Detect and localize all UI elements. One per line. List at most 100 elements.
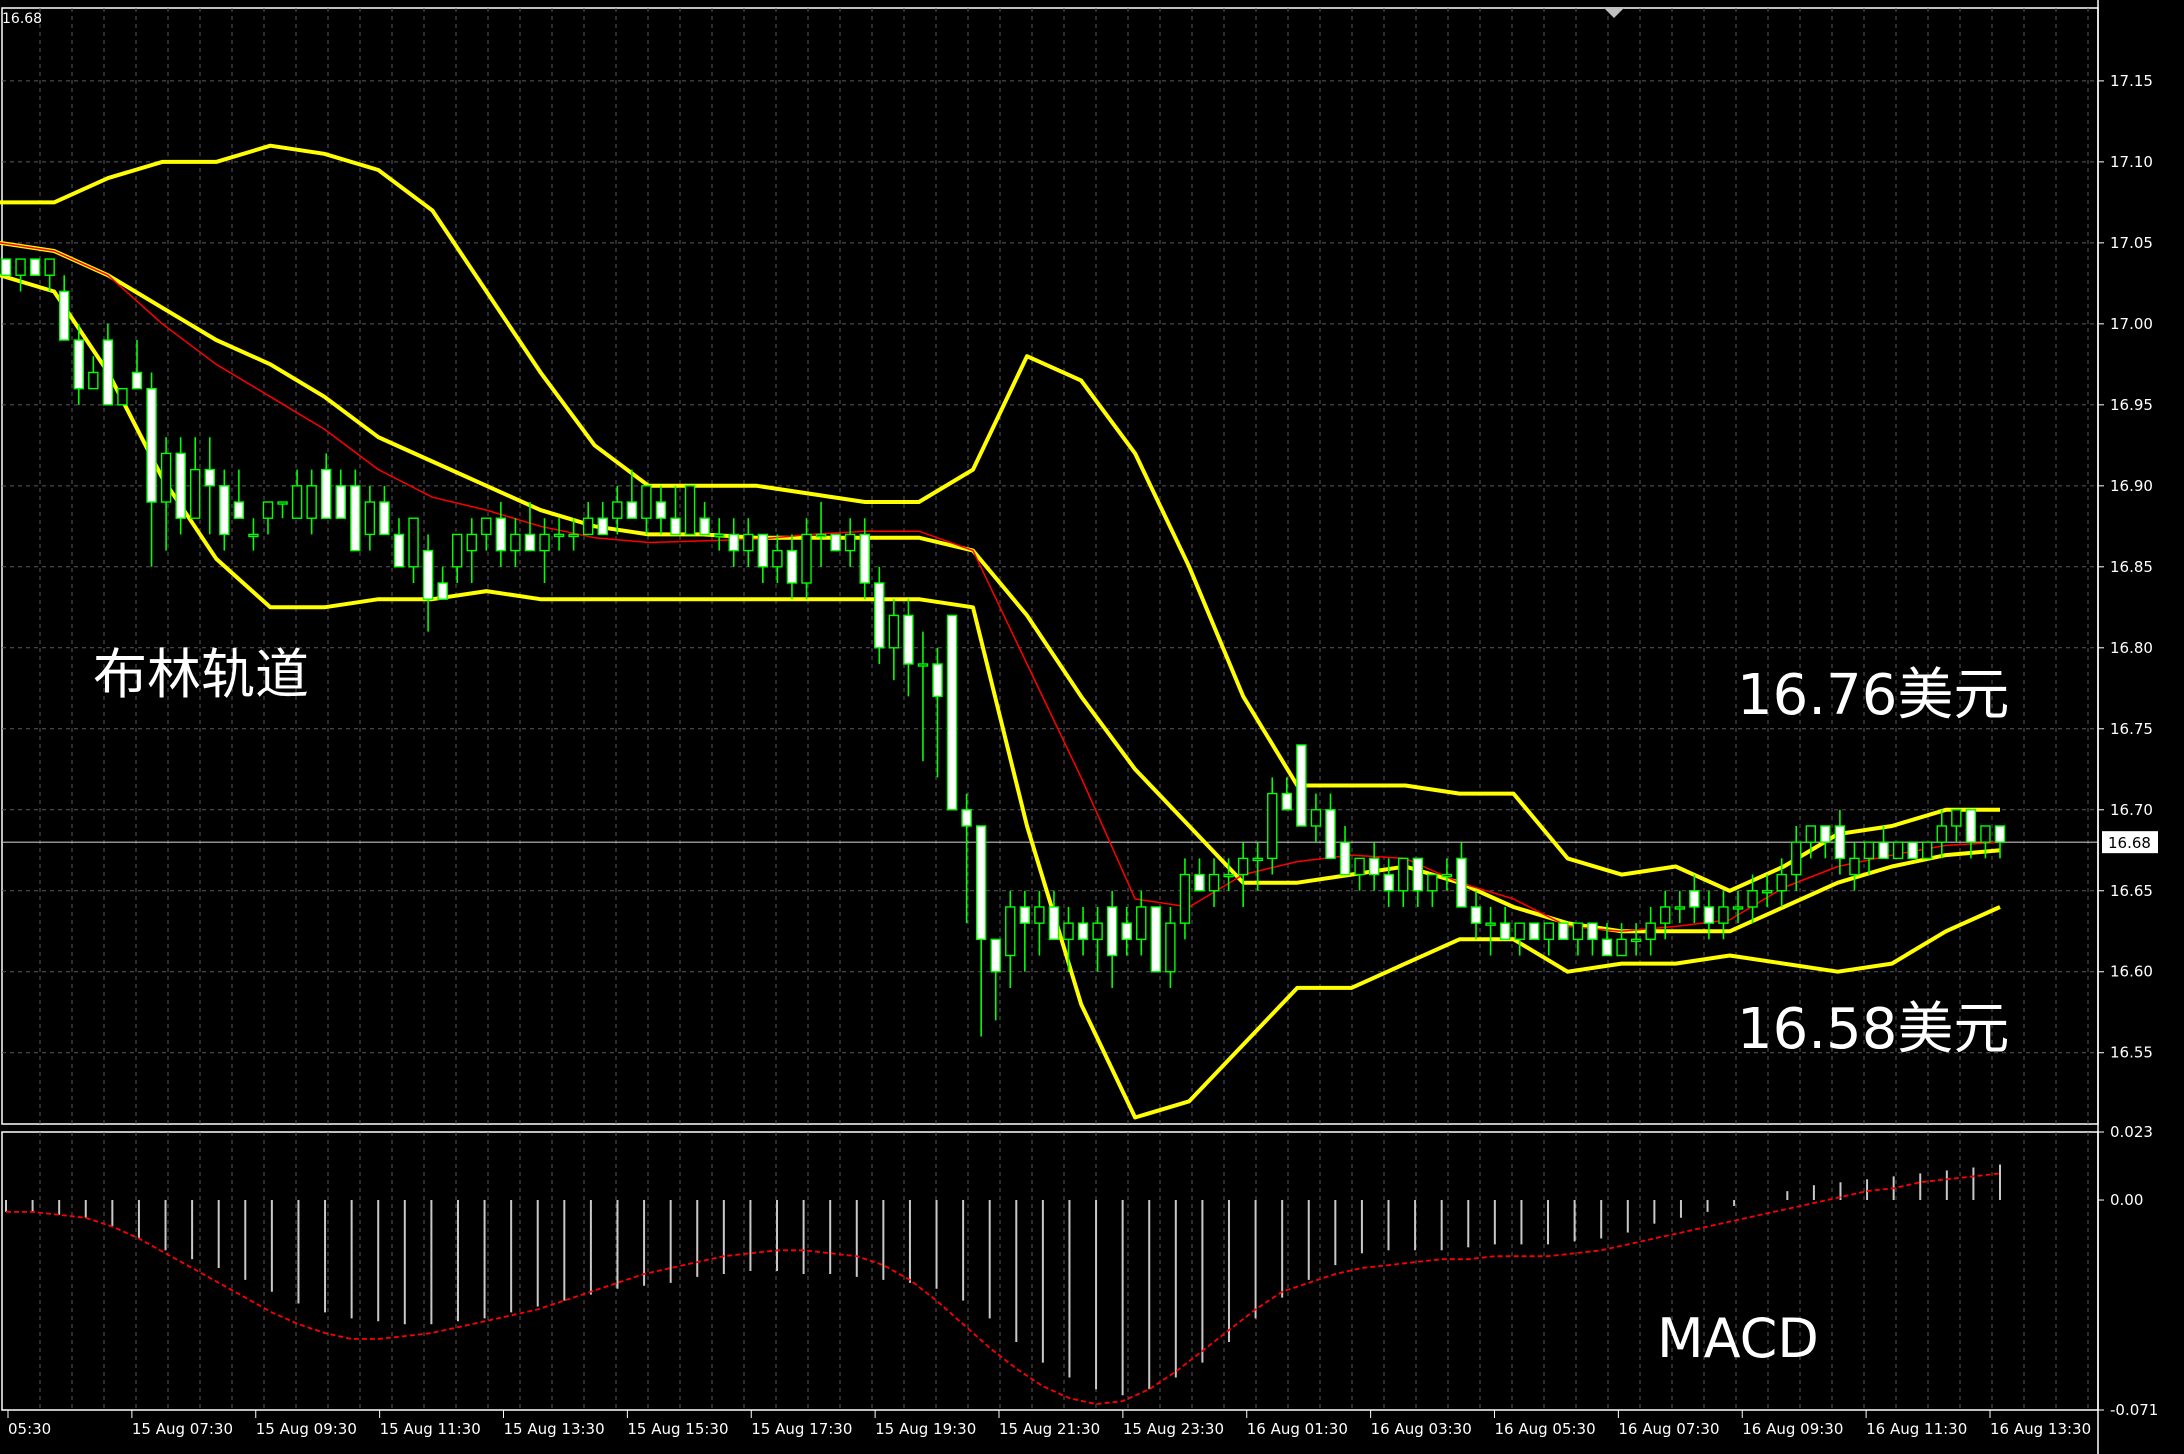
- candle-body: [772, 549, 783, 568]
- corner-price-label: 16.68: [2, 11, 43, 27]
- candle-body: [1470, 906, 1482, 924]
- candle-body: [1048, 906, 1060, 941]
- candle-body: [917, 663, 929, 667]
- candle-body: [1019, 906, 1031, 924]
- price-tick-label: 16.70: [2110, 801, 2153, 819]
- candle-body: [1237, 857, 1249, 876]
- candle-body: [1179, 873, 1191, 924]
- price-tick-label: 17.05: [2110, 234, 2153, 252]
- candle-body: [204, 468, 215, 487]
- candle-body: [539, 533, 550, 552]
- candle-body: [1514, 922, 1525, 941]
- candle-body: [713, 533, 725, 538]
- candle-body: [641, 485, 652, 519]
- candle-body: [466, 533, 477, 552]
- time-tick-label: 16 Aug 11:30: [1866, 1420, 1967, 1438]
- candle-body: [1703, 906, 1715, 924]
- time-tick-label: 15 Aug 23:30: [1123, 1420, 1224, 1438]
- main-pane-border: [1, 7, 2099, 1125]
- candle-body: [1558, 922, 1569, 941]
- candle-body: [1150, 906, 1162, 973]
- time-tick-label: 15 Aug 17:30: [751, 1420, 852, 1438]
- candle-body: [1063, 922, 1074, 941]
- time-tick-label: 05:30: [8, 1420, 51, 1438]
- candle-body: [1383, 873, 1394, 892]
- candle-body: [582, 517, 594, 536]
- candle-body: [350, 485, 361, 552]
- current-price-tag-label: 16.68: [2108, 834, 2151, 852]
- candle-body: [1339, 841, 1351, 876]
- candle-body: [990, 938, 1001, 973]
- chart-window: 17.15 17.10 17.05 17.00 16.95 16.90 16.85 16.80…: [0, 0, 2184, 1454]
- price-tick-label: 16.85: [2110, 558, 2153, 576]
- candle-body: [1077, 922, 1089, 941]
- candle-body: [1689, 890, 1700, 908]
- candle-body: [1834, 825, 1846, 860]
- candle-body: [815, 533, 827, 538]
- candle-body: [437, 582, 448, 600]
- candle-body: [932, 663, 943, 698]
- candle-body: [1456, 857, 1467, 908]
- candle-body: [1718, 906, 1729, 924]
- candle-body: [975, 825, 987, 941]
- candle-body: [1747, 890, 1758, 908]
- time-tick-label: 15 Aug 15:30: [627, 1420, 728, 1438]
- candle-body: [44, 258, 55, 276]
- candle-body: [117, 387, 128, 406]
- time-tick-label: 16 Aug 05:30: [1495, 1420, 1596, 1438]
- candle-body: [1863, 841, 1875, 860]
- candle-body: [306, 485, 317, 519]
- candle-body: [1936, 825, 1947, 843]
- candle-body: [59, 290, 70, 341]
- candle-body: [131, 371, 143, 390]
- candle-body: [1791, 841, 1802, 876]
- candle-body: [291, 485, 303, 519]
- candle-body: [510, 533, 521, 552]
- candle-body: [1208, 873, 1220, 892]
- candle-body: [481, 517, 492, 536]
- candle-body: [408, 517, 419, 568]
- candle-body: [597, 517, 608, 536]
- candle-body: [364, 501, 376, 536]
- candle-body: [160, 452, 172, 503]
- candle-body: [1805, 825, 1817, 843]
- time-tick-label: 15 Aug 19:30: [875, 1420, 976, 1438]
- candle-body: [655, 501, 667, 519]
- candle-body: [102, 339, 114, 406]
- candle-body: [262, 501, 274, 519]
- candle-body: [451, 533, 463, 568]
- candle-body: [29, 258, 41, 276]
- candle-body: [1529, 922, 1540, 941]
- price-tick-label: 16.90: [2110, 477, 2153, 495]
- candle-body: [1485, 922, 1496, 926]
- candle-body: [1005, 906, 1016, 957]
- macd-title: MACD: [1657, 1307, 1819, 1370]
- macd-tick-label: 0.00: [2110, 1191, 2143, 1209]
- candle-body: [1194, 873, 1205, 892]
- candle-body: [1412, 857, 1424, 892]
- price-tick-label: 17.15: [2110, 72, 2153, 90]
- candle-body: [175, 452, 186, 519]
- candle-body: [1630, 938, 1642, 943]
- time-tick-label: 16 Aug 01:30: [1247, 1420, 1348, 1438]
- time-tick-label: 16 Aug 03:30: [1371, 1420, 1472, 1438]
- candle-body: [830, 533, 841, 552]
- candle-body: [553, 533, 565, 538]
- time-tick-label: 15 Aug 09:30: [256, 1420, 357, 1438]
- candle-body: [1907, 841, 1918, 860]
- candle-body: [626, 501, 638, 519]
- price-tick-label: 16.60: [2110, 963, 2153, 981]
- candle-body: [728, 533, 739, 552]
- candle-body: [1354, 857, 1365, 876]
- candle-body: [801, 533, 812, 584]
- macd-tick-label: 0.023: [2110, 1123, 2153, 1141]
- candle-body: [1878, 841, 1889, 860]
- candle-body: [1106, 906, 1118, 957]
- candle-body: [1223, 873, 1234, 878]
- candle-body: [146, 387, 157, 503]
- candle-body: [757, 533, 769, 568]
- candle-body: [786, 549, 798, 584]
- candle-body: [961, 809, 972, 827]
- candle-body: [15, 258, 26, 276]
- candle-body: [684, 485, 696, 536]
